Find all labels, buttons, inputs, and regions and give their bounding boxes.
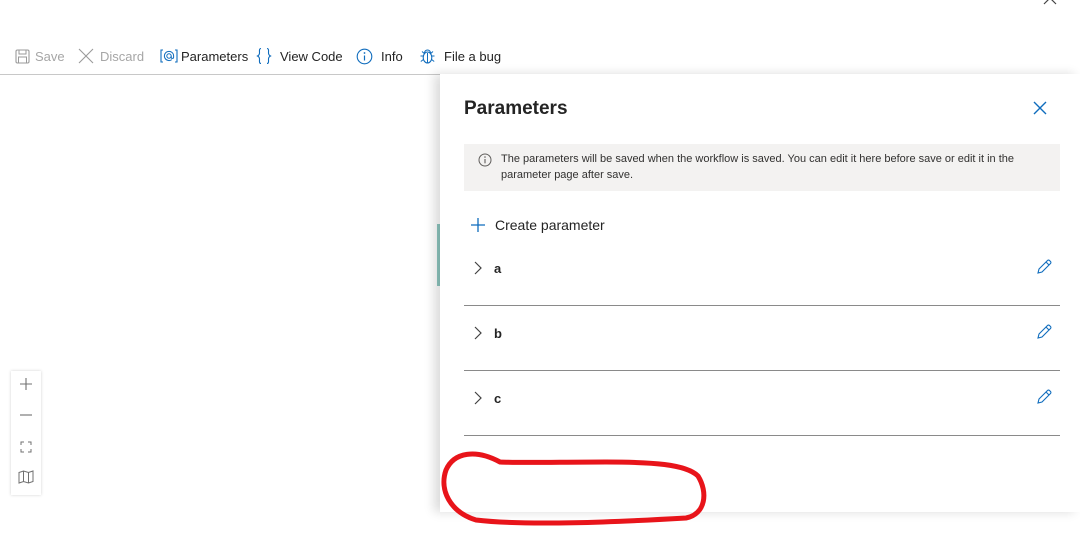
map-icon: [18, 470, 34, 489]
pencil-icon[interactable]: [1035, 388, 1053, 411]
info-message-bar: The parameters will be saved when the wo…: [464, 144, 1060, 191]
close-icon: [77, 47, 95, 65]
discard-button[interactable]: Discard: [77, 38, 144, 74]
save-label: Save: [35, 48, 65, 64]
red-annotation-circle: [436, 446, 716, 533]
file-bug-label: File a bug: [444, 48, 502, 64]
view-code-label: View Code: [280, 48, 343, 64]
pencil-icon[interactable]: [1035, 323, 1053, 346]
bug-icon: [419, 47, 436, 65]
zoom-in-button[interactable]: [11, 371, 41, 402]
view-code-button[interactable]: View Code: [256, 38, 343, 74]
parameter-row-c[interactable]: c: [464, 370, 1060, 436]
parameter-name: b: [494, 326, 502, 341]
pencil-icon[interactable]: [1035, 258, 1053, 281]
save-icon: [15, 48, 30, 64]
parameter-name: c: [494, 391, 502, 406]
minimap-button[interactable]: [11, 464, 41, 495]
chevron-right-icon[interactable]: [473, 260, 483, 281]
parameter-name: a: [494, 261, 502, 276]
create-parameter-label: Create parameter: [495, 217, 605, 233]
create-parameter-button[interactable]: Create parameter: [470, 214, 605, 236]
braces-icon: [256, 47, 272, 65]
fit-view-icon: [20, 440, 32, 458]
info-label: Info: [381, 48, 403, 64]
parameters-button[interactable]: Parameters: [159, 38, 248, 74]
plus-icon: [470, 217, 486, 233]
save-button[interactable]: Save: [15, 38, 65, 74]
fit-view-button[interactable]: [11, 433, 41, 464]
plus-icon: [19, 377, 33, 396]
minus-icon: [19, 408, 33, 427]
info-button[interactable]: Info: [356, 38, 403, 74]
chevron-right-icon[interactable]: [473, 390, 483, 411]
info-message-text: The parameters will be saved when the wo…: [501, 153, 1015, 181]
designer-toolbar: Save Discard Parameters View Code Info F…: [0, 38, 1064, 75]
close-icon[interactable]: [1032, 100, 1048, 121]
chevron-right-icon[interactable]: [473, 325, 483, 346]
canvas-zoom-controls: [11, 371, 41, 495]
zoom-out-button[interactable]: [11, 402, 41, 433]
file-bug-button[interactable]: File a bug: [419, 38, 501, 74]
parameter-row-a[interactable]: a: [464, 240, 1060, 306]
info-icon: [356, 48, 373, 65]
window-close-icon[interactable]: [1042, 0, 1058, 11]
panel-title: Parameters: [464, 98, 568, 119]
parameters-label: Parameters: [181, 48, 249, 64]
at-bracket-icon: [159, 48, 179, 64]
parameter-row-b[interactable]: b: [464, 305, 1060, 371]
discard-label: Discard: [100, 48, 145, 64]
info-icon: [478, 153, 492, 172]
